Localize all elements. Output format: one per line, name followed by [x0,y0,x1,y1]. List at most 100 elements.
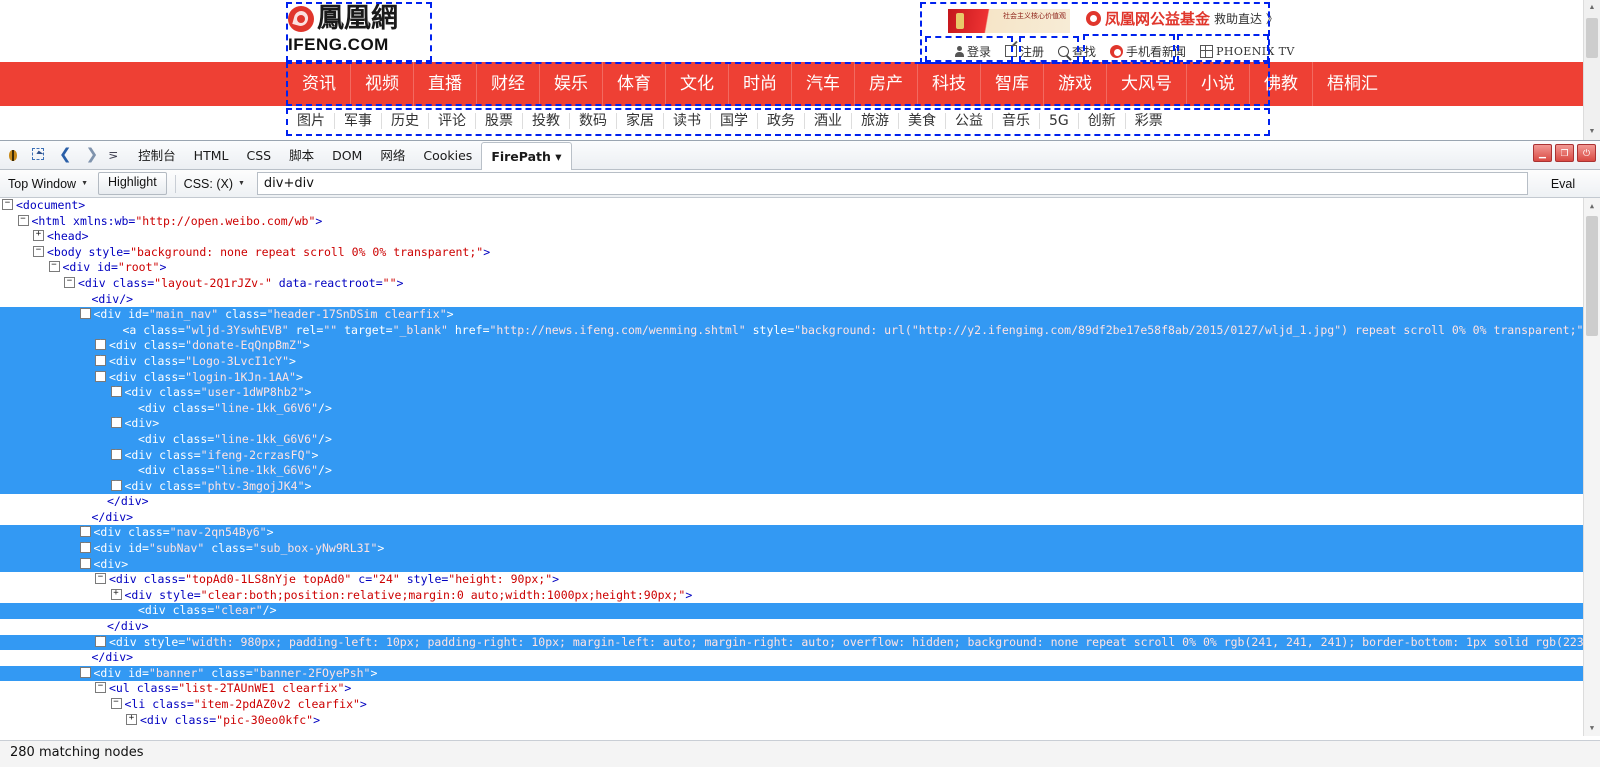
scrollbar-thumb[interactable] [1586,216,1598,336]
firebug-icon[interactable] [0,141,26,169]
firebug-tab-5[interactable]: 网络 [371,142,414,169]
scroll-down-icon[interactable]: ▼ [1584,124,1600,140]
firebug-tab-1[interactable]: HTML [185,142,238,169]
collapse-twisty-icon[interactable]: − [33,245,44,257]
sub-nav-item-9[interactable]: 国学 [710,113,757,129]
collapse-twisty-icon[interactable]: − [2,199,13,210]
expand-twisty-icon[interactable]: + [110,479,122,491]
sub-nav-item-4[interactable]: 股票 [475,113,522,129]
dom-row[interactable]: + <div class="nav-2qn54By6"> [0,525,1600,542]
collapse-twisty-icon[interactable]: − [64,276,75,288]
expand-twisty-icon[interactable]: + [110,417,122,429]
dom-row[interactable]: <div/> [0,292,1600,308]
dom-row[interactable]: <div class="clear"/> [0,603,1600,620]
dom-row[interactable]: − <div id="main_nav" class="header-17SnDS… [0,307,1600,323]
collapse-twisty-icon[interactable]: − [79,666,91,678]
expand-twisty-icon[interactable]: + [110,386,122,398]
main-nav-item-10[interactable]: 科技 [917,62,980,106]
sub-nav-item-15[interactable]: 音乐 [992,113,1039,129]
forward-chevron-icon[interactable]: ❯ [79,141,106,169]
expand-twisty-icon[interactable]: + [126,713,137,725]
sub-nav-item-5[interactable]: 投教 [522,113,569,129]
sub-nav-item-7[interactable]: 家居 [616,113,663,129]
sub-nav-item-2[interactable]: 历史 [381,113,428,129]
sub-nav-item-1[interactable]: 军事 [334,113,381,129]
sub-nav-item-14[interactable]: 公益 [945,113,992,129]
list-icon[interactable]: ⋝ [105,141,121,169]
main-nav-item-16[interactable]: 梧桐汇 [1312,62,1392,106]
dom-row[interactable]: <div class="line-1kk_G6V6"/> [0,400,1600,417]
collapse-twisty-icon[interactable]: − [95,682,106,694]
highlight-button[interactable]: Highlight [98,172,167,195]
firebug-tab-2[interactable]: CSS [237,142,280,169]
login-link[interactable]: 登录 [948,41,998,61]
dom-scrollbar[interactable]: ▲ ▼ [1583,198,1600,736]
register-link[interactable]: 注册 [998,41,1051,61]
dom-row[interactable]: + <div class="ifeng-2crzasFQ"> [0,447,1600,464]
dom-row[interactable]: − <div id="banner" class="banner-2FOyePsh… [0,665,1600,682]
close-icon[interactable]: ⏻ [1577,144,1596,162]
dom-row[interactable]: − <body style="background: none repeat sc… [0,245,1600,261]
main-nav-item-14[interactable]: 小说 [1186,62,1249,106]
sub-nav-item-16[interactable]: 5G [1039,113,1078,129]
firebug-tab-7[interactable]: FirePath ▾ [481,141,572,171]
eval-button[interactable]: Eval [1534,177,1600,191]
collapse-twisty-icon[interactable]: − [17,214,29,226]
phoenix-tv-link[interactable]: PHOENIX TV [1193,41,1302,61]
main-nav-item-2[interactable]: 直播 [413,62,476,106]
collapse-twisty-icon[interactable]: − [110,698,122,709]
expand-twisty-icon[interactable]: + [33,230,44,242]
dom-row[interactable]: </div> [0,494,1600,510]
core-values-banner[interactable]: 社会主义核心价值观 [948,9,1070,33]
dom-row[interactable]: − <html xmlns:wb="http://open.weibo.com/w… [0,214,1600,230]
main-nav-item-13[interactable]: 大风号 [1106,62,1186,106]
inspect-icon[interactable] [26,141,52,169]
dom-row[interactable]: − <div> [0,556,1600,573]
main-nav-item-9[interactable]: 房产 [854,62,917,106]
dom-row[interactable]: − <ul class="list-2TAUnWE1 clearfix"> [0,681,1600,697]
scroll-down-icon[interactable]: ▼ [1584,720,1600,736]
sub-nav-item-13[interactable]: 美食 [898,113,945,129]
sub-nav-item-3[interactable]: 评论 [428,113,475,129]
sub-nav-item-8[interactable]: 读书 [663,113,710,129]
firebug-tab-3[interactable]: 脚本 [280,142,323,169]
expand-twisty-icon[interactable]: + [95,354,106,366]
main-nav-item-7[interactable]: 时尚 [728,62,791,106]
page-scrollbar[interactable]: ▲ ▼ [1583,0,1600,140]
collapse-twisty-icon[interactable]: − [95,573,106,585]
back-chevron-icon[interactable]: ❮ [52,141,79,169]
xpath-input[interactable]: div+div [256,172,1528,195]
dom-row[interactable]: + <div id="subNav" class="sub_box-yNw9RL3… [0,541,1600,557]
dom-row[interactable]: − <div class="topAd0-1LS8nYje topAd0" c="… [0,572,1600,588]
dom-row[interactable]: <div class="line-1kk_G6V6"/> [0,431,1600,448]
dom-row[interactable]: + <div style="width: 980px; padding-left:… [0,634,1600,651]
search-link[interactable]: 查找 [1051,41,1103,61]
main-nav-item-8[interactable]: 汽车 [791,62,854,106]
dom-row[interactable]: + <div class="user-1dWP8hb2"> [0,385,1600,401]
collapse-twisty-icon[interactable]: − [79,557,91,569]
main-nav-item-4[interactable]: 娱乐 [539,62,602,106]
dom-row[interactable]: − <li class="item-2pdAZ0v2 clearfix"> [0,697,1600,713]
main-nav-item-11[interactable]: 智库 [980,62,1043,106]
dom-row[interactable]: − <div class="login-1KJn-1AA"> [0,369,1600,386]
charity-fund-link[interactable]: 凤凰网公益基金 救助直达 》 [1086,8,1278,29]
scroll-up-icon[interactable]: ▲ [1584,0,1600,16]
firebug-tab-6[interactable]: Cookies [414,142,481,169]
expand-twisty-icon[interactable]: + [110,588,122,600]
firebug-tab-4[interactable]: DOM [323,142,371,169]
expand-twisty-icon[interactable]: + [110,448,122,460]
expand-twisty-icon[interactable]: + [79,526,91,538]
restore-icon[interactable]: ❐ [1555,144,1574,162]
dom-row[interactable]: </div> [0,650,1600,666]
dom-row[interactable]: − <document> [0,198,1600,214]
scrollbar-thumb[interactable] [1586,18,1598,58]
dom-row[interactable]: + <div class="phtv-3mgojJK4"> [0,478,1600,495]
site-logo[interactable]: 鳳凰網 IFENG.COM [288,4,430,60]
scope-selector[interactable]: Top Window ▼ [0,177,94,191]
expand-twisty-icon[interactable]: + [95,635,106,647]
sub-nav-item-10[interactable]: 政务 [757,113,804,129]
main-nav-item-3[interactable]: 财经 [476,62,539,106]
expand-twisty-icon[interactable]: + [95,339,106,351]
dom-row[interactable]: <a class="wljd-3YswhEVB" rel="" target="… [0,322,1600,339]
main-nav-item-0[interactable]: 资讯 [288,62,350,106]
